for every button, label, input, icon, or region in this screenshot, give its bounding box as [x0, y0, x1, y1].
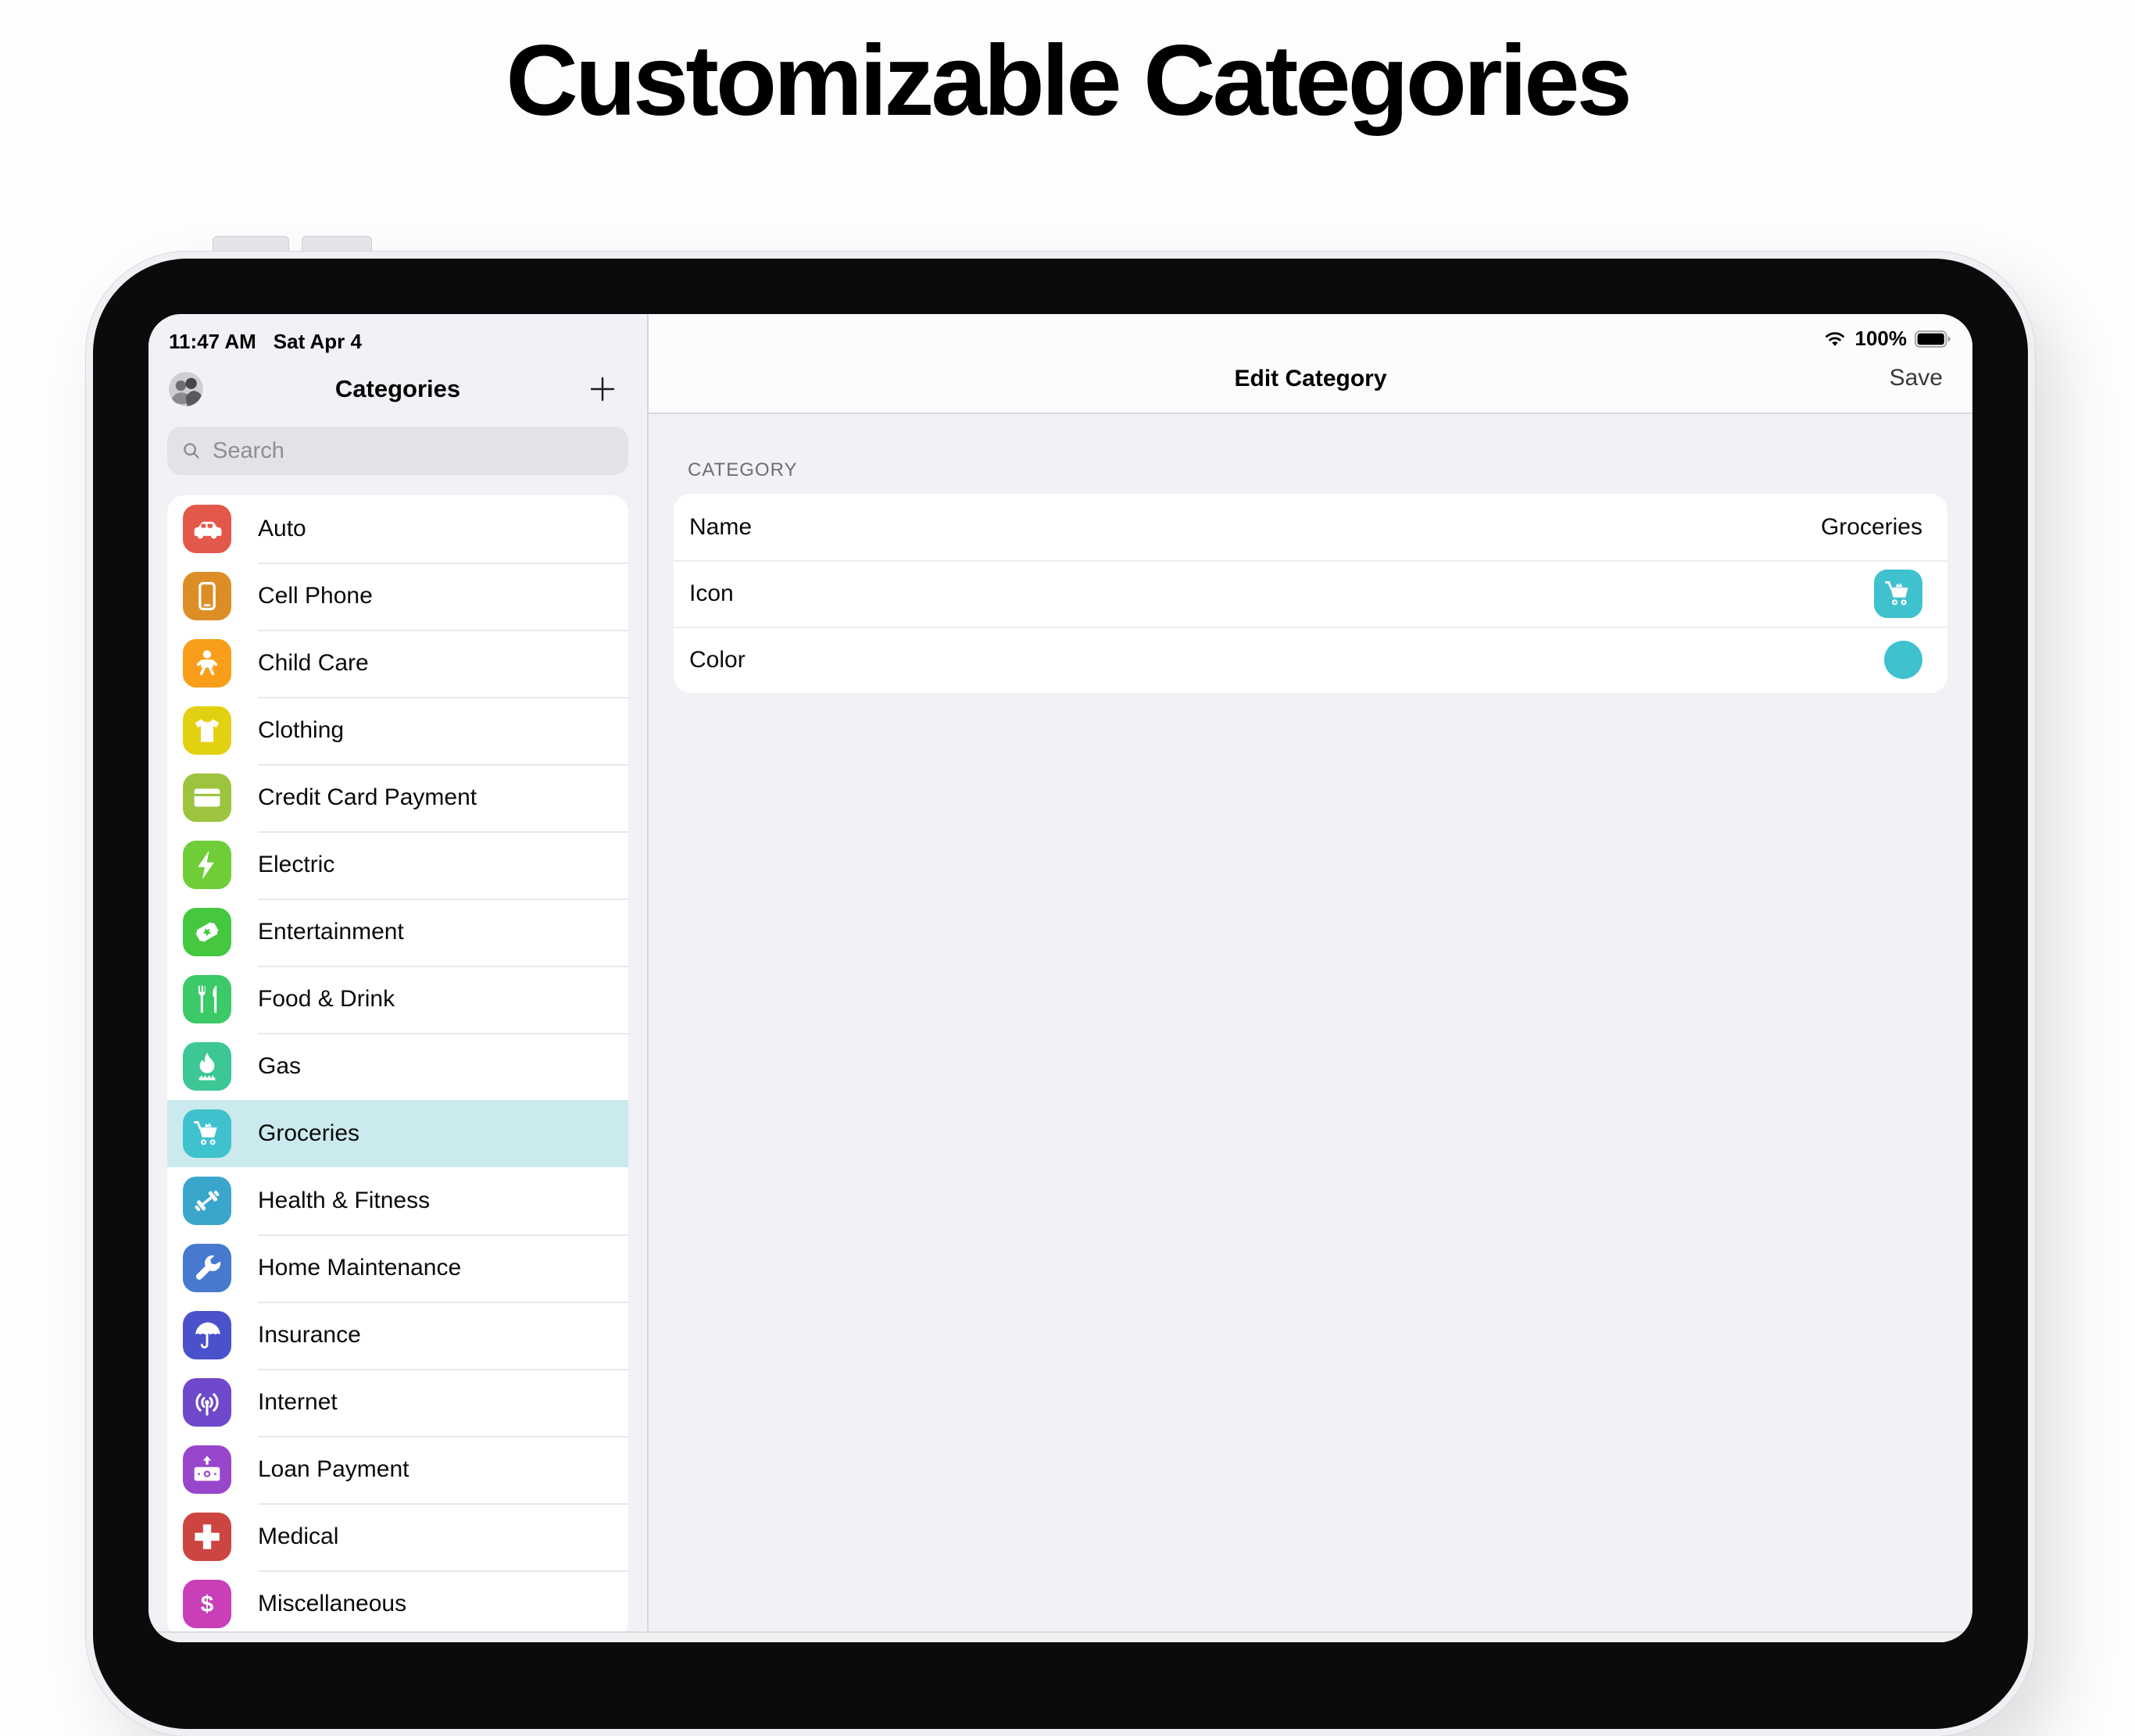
bottom-strip: [148, 1631, 1972, 1642]
battery-percent: 100%: [1855, 327, 1908, 351]
list-item[interactable]: Child Care: [167, 630, 628, 697]
app-screen: 11:47 AM Sat Apr 4 Categories Auto Cell P…: [148, 314, 1972, 1642]
ticket-icon: [183, 908, 231, 956]
category-label: Food & Drink: [258, 986, 395, 1013]
category-label: Electric: [258, 852, 334, 878]
search-field[interactable]: [167, 427, 628, 475]
list-item[interactable]: Credit Card Payment: [167, 764, 628, 831]
icon-label: Icon: [689, 580, 734, 607]
phone-icon: [183, 572, 231, 620]
ipad-device-frame: 11:47 AM Sat Apr 4 Categories Auto Cell P…: [86, 252, 2035, 1736]
list-item[interactable]: Home Maintenance: [167, 1234, 628, 1302]
category-label: Medical: [258, 1523, 338, 1550]
car-icon: [183, 505, 231, 553]
sidebar-header: Categories: [148, 361, 647, 417]
category-label: Entertainment: [258, 919, 404, 945]
list-item[interactable]: Health & Fitness: [167, 1167, 628, 1234]
category-label: Credit Card Payment: [258, 784, 477, 811]
credit-card-icon: [183, 773, 231, 822]
tshirt-icon: [183, 706, 231, 755]
category-label: Child Care: [258, 650, 369, 677]
name-row[interactable]: Name Groceries: [674, 494, 1947, 560]
medical-cross-icon: [183, 1513, 231, 1561]
category-label: Auto: [258, 516, 306, 542]
status-bar-left: 11:47 AM Sat Apr 4: [148, 314, 647, 361]
category-label: Groceries: [258, 1120, 359, 1147]
list-item[interactable]: $ Miscellaneous: [167, 1570, 628, 1638]
sidebar: 11:47 AM Sat Apr 4 Categories Auto Cell P…: [148, 314, 647, 1642]
category-label: Home Maintenance: [258, 1255, 461, 1281]
section-label: CATEGORY: [688, 459, 1972, 481]
list-item[interactable]: Clothing: [167, 697, 628, 764]
status-date: Sat Apr 4: [274, 330, 362, 354]
category-label: Health & Fitness: [258, 1188, 430, 1214]
category-label: Miscellaneous: [258, 1591, 406, 1617]
cart-icon: [183, 1109, 231, 1158]
list-item[interactable]: Auto: [167, 495, 628, 563]
umbrella-icon: [183, 1311, 231, 1359]
wrench-icon: [183, 1244, 231, 1292]
list-item[interactable]: Entertainment: [167, 898, 628, 966]
status-bar-right: 100%: [1822, 327, 1951, 351]
category-label: Loan Payment: [258, 1456, 409, 1483]
detail-pane: 100% Edit Category Save CATEGORY Name Gr…: [649, 314, 1972, 1642]
list-item[interactable]: Gas: [167, 1033, 628, 1100]
list-item[interactable]: Food & Drink: [167, 966, 628, 1033]
color-swatch[interactable]: [1884, 641, 1922, 679]
name-value[interactable]: Groceries: [1821, 514, 1922, 541]
bolt-icon: [183, 841, 231, 889]
antenna-icon: [183, 1378, 231, 1427]
detail-nav-bar: 100% Edit Category Save: [649, 314, 1972, 414]
add-category-button[interactable]: [585, 371, 620, 407]
color-label: Color: [689, 647, 746, 673]
category-label: Cell Phone: [258, 583, 373, 609]
page-title: Customizable Categories: [0, 23, 2135, 138]
utensils-icon: [183, 975, 231, 1023]
list-item[interactable]: Insurance: [167, 1302, 628, 1369]
icon-chip[interactable]: [1874, 570, 1922, 618]
search-icon: [180, 439, 203, 463]
status-time: 11:47 AM: [169, 330, 256, 354]
list-item[interactable]: Medical: [167, 1503, 628, 1570]
sidebar-title: Categories: [148, 375, 647, 403]
list-item[interactable]: Groceries: [167, 1100, 628, 1167]
wifi-icon: [1822, 330, 1847, 348]
flame-icon: [183, 1042, 231, 1091]
list-item[interactable]: Electric: [167, 831, 628, 898]
dumbbell-icon: [183, 1177, 231, 1225]
list-item[interactable]: Loan Payment: [167, 1436, 628, 1503]
save-button[interactable]: Save: [1885, 364, 1947, 392]
detail-title: Edit Category: [649, 366, 1972, 392]
banknote-icon: [183, 1445, 231, 1494]
name-label: Name: [689, 514, 752, 541]
category-form: Name Groceries Icon Color: [674, 494, 1947, 693]
battery-icon: [1915, 330, 1951, 348]
color-row[interactable]: Color: [674, 627, 1947, 693]
category-list: Auto Cell Phone Child Care Clothing Credit C…: [167, 495, 628, 1638]
dollar-icon: $: [183, 1580, 231, 1628]
icon-row[interactable]: Icon: [674, 560, 1947, 627]
list-item[interactable]: Cell Phone: [167, 563, 628, 630]
search-input[interactable]: [211, 438, 616, 465]
category-label: Insurance: [258, 1322, 361, 1348]
category-label: Clothing: [258, 717, 344, 744]
category-label: Gas: [258, 1053, 301, 1080]
list-item[interactable]: Internet: [167, 1369, 628, 1436]
svg-text:$: $: [201, 1591, 214, 1617]
category-label: Internet: [258, 1389, 338, 1416]
baby-icon: [183, 639, 231, 688]
